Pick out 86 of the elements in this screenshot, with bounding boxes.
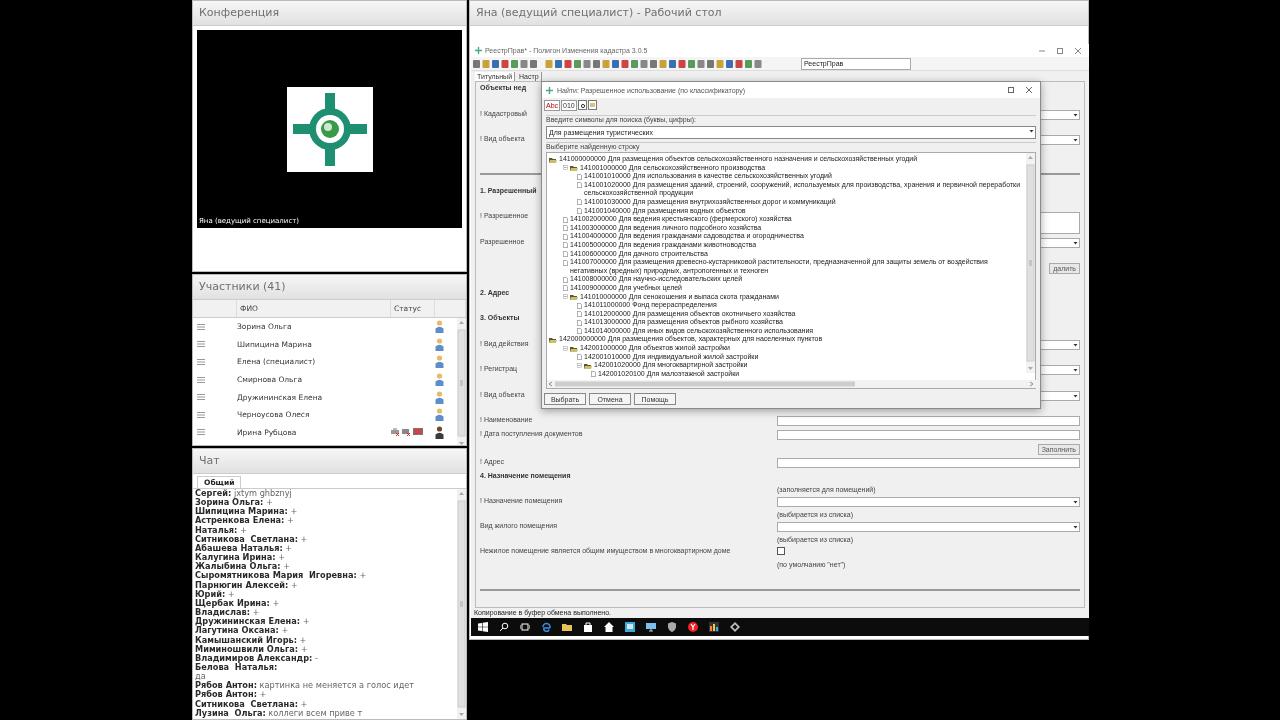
browser-y-icon[interactable] xyxy=(688,622,698,632)
windows-icon[interactable] xyxy=(478,622,488,632)
logo-icon xyxy=(286,86,373,172)
toolbar-icons-drawing[interactable] xyxy=(473,58,763,69)
menu-icon[interactable] xyxy=(197,376,205,383)
chat-message: Миминошвили Ольга: + xyxy=(195,644,309,654)
shield-icon[interactable] xyxy=(667,622,677,632)
horizontal-scrollbar[interactable] xyxy=(547,380,1037,389)
collapse-icon[interactable] xyxy=(563,345,568,351)
menu-icon[interactable] xyxy=(197,429,205,436)
chat-message: Юрий: + xyxy=(195,589,235,599)
dropdown-arrow-icon[interactable] xyxy=(1073,342,1078,347)
document-icon xyxy=(591,371,596,378)
document-icon xyxy=(577,354,582,361)
document-icon[interactable] xyxy=(587,100,597,110)
chat-message: Дружининская Елена: + xyxy=(195,617,311,627)
panel-title: Участники (41) xyxy=(193,275,466,300)
close-icon[interactable] xyxy=(1075,47,1081,54)
scrollbar[interactable] xyxy=(457,318,466,445)
panel-title: Яна (ведущий специалист) - Рабочий стол xyxy=(470,1,1088,26)
dropdown-arrow-icon[interactable] xyxy=(1029,129,1034,133)
monitor-icon[interactable] xyxy=(646,622,656,632)
diamond-app-icon[interactable] xyxy=(730,622,740,632)
printer-icon xyxy=(391,428,400,437)
chat-message: Рябов Антон: + xyxy=(195,690,267,700)
home-icon[interactable] xyxy=(604,622,614,632)
chat-message: Сергей: jxtym ghbznyj xyxy=(195,489,293,499)
dropdown-arrow-icon[interactable] xyxy=(1073,500,1078,504)
chat-message: Калугина Ирина: + xyxy=(195,553,286,563)
dropdown-arrow-icon[interactable] xyxy=(1073,368,1078,372)
scrollbar[interactable] xyxy=(457,489,466,719)
chat-message: Астренкова Елена: + xyxy=(195,516,295,526)
dropdown-arrow-icon[interactable] xyxy=(1073,138,1078,142)
chat-message: Абашева Наталья: + xyxy=(195,543,294,553)
checkbox[interactable] xyxy=(777,547,785,555)
menu-icon[interactable] xyxy=(197,394,205,401)
chat-message: Наталья: + xyxy=(195,525,247,535)
chat-message: Владислав: + xyxy=(195,608,260,618)
chat-message: Ситникова Светлана: + xyxy=(195,534,309,544)
folder-icon[interactable] xyxy=(562,622,572,632)
menu-icon[interactable] xyxy=(197,411,205,418)
store-icon[interactable] xyxy=(583,622,593,632)
screen-icon xyxy=(413,428,423,437)
dropdown-arrow-icon[interactable] xyxy=(1073,112,1078,117)
app-icon xyxy=(475,47,482,54)
input-field[interactable] xyxy=(777,430,1080,440)
chat-message: Лагутина Оксана: + xyxy=(195,626,289,636)
chat-message: Владимиров Александр: - xyxy=(195,653,319,663)
chart-app-icon[interactable] xyxy=(709,622,719,632)
dropdown-field[interactable] xyxy=(777,497,1080,507)
chat-message: Рябов Антон: картинка не меняется а голос идет xyxy=(195,681,416,691)
maximize-icon[interactable] xyxy=(1008,87,1014,93)
menu-icon[interactable] xyxy=(197,341,205,348)
chat-message: Шипицина Марина: + xyxy=(195,507,299,517)
browser-icon[interactable] xyxy=(541,622,551,632)
task-view-icon[interactable] xyxy=(520,622,530,632)
collapse-icon[interactable] xyxy=(563,165,568,171)
chat-message: Парнюгин Алексей: + xyxy=(195,580,298,590)
panel-title: Чат xyxy=(193,449,466,474)
panel-title: Конференция xyxy=(193,1,466,26)
chat-message: Камышанский Игорь: + xyxy=(195,635,308,645)
dropdown-arrow-icon[interactable] xyxy=(1073,240,1078,245)
camera-icon xyxy=(402,428,411,437)
collapse-icon[interactable] xyxy=(577,362,582,368)
maximize-icon[interactable] xyxy=(1057,47,1063,54)
input-field[interactable] xyxy=(777,416,1080,426)
app-icon xyxy=(546,86,553,94)
dropdown-arrow-icon[interactable] xyxy=(1073,393,1078,398)
search-icon[interactable] xyxy=(499,622,509,632)
dropdown-arrow-icon[interactable] xyxy=(1073,525,1078,529)
chat-message: Лузина Ольга: коллеги всем приве т xyxy=(195,708,364,718)
scrollbar[interactable] xyxy=(1026,153,1035,373)
menu-icon[interactable] xyxy=(197,359,205,365)
collapse-icon[interactable] xyxy=(563,294,568,299)
dropdown-field[interactable] xyxy=(777,522,1080,532)
document-search-icon[interactable] xyxy=(577,100,587,110)
chat-message: Сыромятникова Мария Игоревна: + xyxy=(195,571,368,581)
chat-message: Ситникова Светлана: + xyxy=(195,699,309,709)
menu-icon[interactable] xyxy=(197,323,205,330)
chat-message: Зорина Ольга: + xyxy=(195,498,273,508)
input-field[interactable] xyxy=(777,458,1080,468)
close-icon[interactable] xyxy=(1026,87,1032,93)
chat-message: Жалыбина Ольга: + xyxy=(195,562,291,572)
person-icon[interactable] xyxy=(435,425,444,439)
chat-message: Щербак Ирина: + xyxy=(195,598,281,609)
app-icon[interactable] xyxy=(625,622,635,632)
